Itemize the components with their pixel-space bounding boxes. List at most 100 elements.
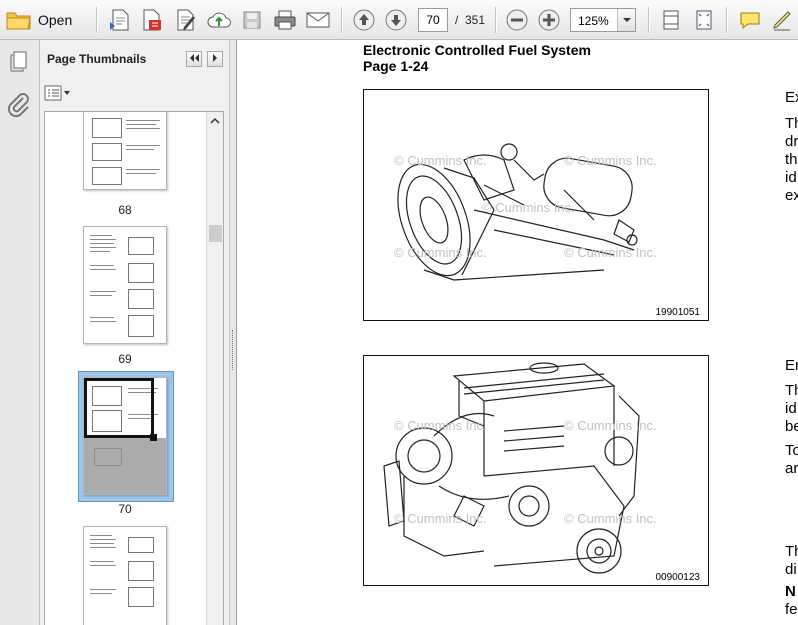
scroll-up-button[interactable]	[207, 112, 223, 129]
zoom-out-icon	[506, 9, 528, 31]
sign-button[interactable]	[768, 6, 796, 34]
email-button[interactable]	[303, 6, 333, 34]
page-total: 351	[465, 13, 486, 27]
fit-page-icon	[694, 9, 714, 31]
side-text-block-1: Th dr th id ex	[785, 115, 798, 205]
side-heading-2: En	[785, 357, 798, 374]
engine-drawing	[383, 362, 640, 574]
print-icon	[273, 9, 297, 31]
splitter-grip[interactable]	[232, 330, 234, 370]
watermark-5: © Cummins Inc.	[564, 245, 657, 260]
collapse-panel-button[interactable]	[186, 51, 202, 67]
scrollbar-thumb[interactable]	[209, 225, 222, 242]
side-text-block-3: Th di	[785, 543, 798, 579]
comment-button[interactable]	[736, 6, 764, 34]
side-line: Th	[785, 115, 798, 132]
fit-page-button[interactable]	[690, 6, 718, 34]
side-text-block-4: N fe	[785, 583, 798, 619]
open-button[interactable]: Open	[6, 6, 82, 34]
side-line: ar	[785, 460, 798, 477]
page-number-input[interactable]	[418, 8, 448, 32]
previous-page-icon	[353, 9, 375, 31]
thumbnail-page-70[interactable]	[83, 377, 167, 495]
watermark-8: © Cummins Inc.	[394, 511, 487, 526]
watermark-6: © Cummins Inc.	[394, 418, 487, 433]
side-line: id	[785, 169, 797, 186]
convert-button[interactable]	[138, 6, 166, 34]
side-text-block-2b: To ar	[785, 442, 798, 478]
folder-icon	[6, 9, 32, 31]
zoom-out-button[interactable]	[503, 6, 531, 34]
thumbnail-scrollbar[interactable]	[206, 112, 223, 625]
figure-code-1: 19901051	[655, 307, 701, 318]
thumbnail-list[interactable]: 68 69 70	[44, 111, 224, 625]
watermark-1: © Cummins Inc.	[394, 153, 487, 168]
edit-icon	[175, 8, 197, 32]
thumbnail-page-71[interactable]	[83, 526, 167, 625]
create-pdf-button[interactable]	[106, 6, 134, 34]
panel-title: Page Thumbnails	[47, 52, 147, 66]
pages-panel-button[interactable]	[7, 49, 33, 73]
thumbnails-panel: Page Thumbnails 68 69 70	[40, 40, 229, 625]
next-page-icon	[385, 9, 407, 31]
thumbnail-label-68: 68	[118, 203, 132, 217]
email-icon	[306, 11, 330, 29]
attachments-panel-button[interactable]	[7, 92, 33, 118]
zoom-dropdown-icon[interactable]	[617, 9, 635, 31]
save-icon	[242, 10, 262, 30]
upload-button[interactable]	[205, 6, 233, 34]
attachment-icon	[7, 93, 31, 122]
document-title: Electronic Controlled Fuel System	[363, 42, 591, 58]
watermark-7: © Cummins Inc.	[564, 418, 657, 433]
previous-page-button[interactable]	[350, 6, 378, 34]
zoom-select[interactable]: 125%	[570, 8, 636, 32]
expand-icon	[210, 50, 220, 68]
thumbnail-page-69[interactable]	[83, 226, 167, 344]
create-pdf-icon	[109, 8, 131, 32]
open-label: Open	[38, 12, 73, 28]
expand-panel-button[interactable]	[207, 51, 223, 67]
thumbnail-page-68[interactable]	[83, 112, 167, 190]
save-button[interactable]	[238, 6, 266, 34]
next-page-button[interactable]	[382, 6, 410, 34]
watermark-3: © Cummins Inc.	[482, 200, 575, 215]
toolbar: Open 70 / 351 125%	[0, 0, 798, 40]
fit-width-button[interactable]	[657, 6, 685, 34]
panel-splitter[interactable]	[229, 40, 237, 625]
thumbnail-label-70: 70	[118, 502, 132, 516]
watermark-4: © Cummins Inc.	[394, 245, 487, 260]
collapse-icon	[188, 50, 200, 68]
side-line: N	[785, 583, 796, 600]
watermark-2: © Cummins Inc.	[564, 153, 657, 168]
side-line: id	[785, 400, 797, 417]
fit-width-icon	[661, 9, 681, 31]
comment-icon	[739, 10, 761, 30]
zoom-in-button[interactable]	[535, 6, 563, 34]
pages-icon	[7, 51, 33, 77]
side-text-block-2: Th id be	[785, 382, 798, 436]
figure-code-2: 00900123	[655, 572, 701, 583]
document-viewport[interactable]: Electronic Controlled Fuel System Page 1…	[237, 40, 798, 625]
thumbnail-label-69: 69	[118, 352, 132, 366]
zoom-value: 125%	[578, 14, 609, 28]
options-icon	[44, 85, 72, 106]
page-separator: /	[455, 13, 459, 27]
side-line: Th	[785, 382, 798, 399]
navigation-rail	[0, 40, 40, 625]
side-line: th	[785, 151, 798, 168]
upload-icon	[207, 9, 231, 31]
side-line: be	[785, 418, 798, 435]
side-line: Th	[785, 543, 798, 560]
figure-engine: © Cummins Inc. © Cummins Inc. © Cummins …	[363, 355, 709, 586]
sign-icon	[771, 9, 793, 31]
watermark-9: © Cummins Inc.	[564, 511, 657, 526]
side-heading-1: Ex	[785, 89, 798, 106]
thumbnail-options-button[interactable]	[44, 85, 72, 106]
print-button[interactable]	[270, 6, 300, 34]
convert-icon	[141, 8, 163, 32]
side-line: To	[785, 442, 798, 459]
side-line: fe	[785, 601, 798, 618]
edit-button[interactable]	[172, 6, 200, 34]
zoom-in-icon	[538, 9, 560, 31]
document-subtitle: Page 1-24	[363, 58, 429, 74]
